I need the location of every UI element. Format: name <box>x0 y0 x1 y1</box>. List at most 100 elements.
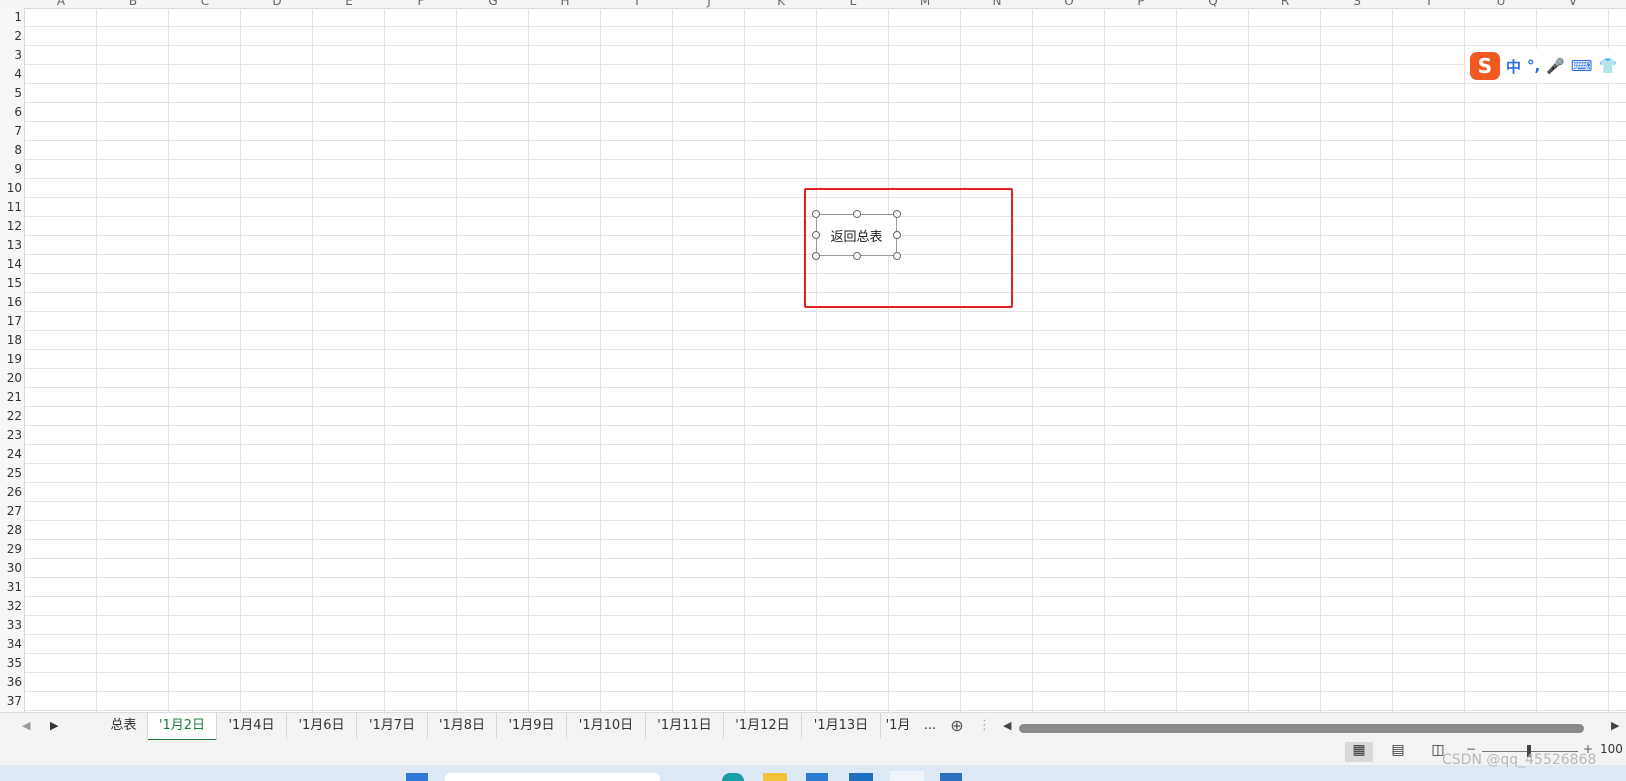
more-tabs-button[interactable]: ... <box>918 713 942 739</box>
edge-icon[interactable] <box>722 773 744 781</box>
tab-scroll-left-icon[interactable]: ◀ <box>22 719 30 732</box>
row-header[interactable]: 20 <box>0 369 22 388</box>
column-header[interactable]: B <box>97 0 169 8</box>
column-header[interactable]: G <box>457 0 529 8</box>
column-header[interactable]: C <box>169 0 241 8</box>
store-icon[interactable] <box>806 773 828 781</box>
column-header[interactable]: F <box>385 0 457 8</box>
sheet-tab[interactable]: '1月7日 <box>357 713 428 739</box>
column-header[interactable]: H <box>529 0 601 8</box>
row-header[interactable]: 5 <box>0 84 22 103</box>
sheet-tab-active[interactable]: '1月2日 <box>148 713 217 741</box>
resize-handle[interactable] <box>812 252 820 260</box>
row-header[interactable]: 9 <box>0 160 22 179</box>
column-header[interactable]: Q <box>1177 0 1249 8</box>
row-header[interactable]: 19 <box>0 350 22 369</box>
row-header[interactable]: 12 <box>0 217 22 236</box>
column-header[interactable]: V <box>1537 0 1609 8</box>
microphone-icon[interactable]: 🎤 <box>1546 57 1565 75</box>
return-summary-button[interactable]: 返回总表 <box>816 214 897 256</box>
skin-icon[interactable]: 👕 <box>1599 57 1618 75</box>
page-layout-view-icon[interactable]: ▤ <box>1384 742 1412 762</box>
normal-view-icon[interactable]: ▦ <box>1345 742 1373 762</box>
column-header[interactable]: A <box>25 0 97 8</box>
resize-handle[interactable] <box>853 252 861 260</box>
row-header[interactable]: 29 <box>0 540 22 559</box>
sheet-tab[interactable]: '1月12日 <box>724 713 802 739</box>
row-header[interactable]: 21 <box>0 388 22 407</box>
resize-handle[interactable] <box>893 231 901 239</box>
sheet-tab[interactable]: '1月9日 <box>497 713 567 739</box>
row-header[interactable]: 16 <box>0 293 22 312</box>
resize-handle[interactable] <box>893 252 901 260</box>
row-header[interactable]: 15 <box>0 274 22 293</box>
app-icon[interactable] <box>849 773 873 781</box>
row-header[interactable]: 32 <box>0 597 22 616</box>
row-header[interactable]: 37 <box>0 692 22 711</box>
resize-handle[interactable] <box>812 210 820 218</box>
column-header[interactable]: S <box>1321 0 1393 8</box>
row-header[interactable]: 6 <box>0 103 22 122</box>
row-header[interactable]: 23 <box>0 426 22 445</box>
row-header[interactable]: 11 <box>0 198 22 217</box>
row-header[interactable]: 1 <box>0 8 22 27</box>
column-header[interactable]: O <box>1033 0 1105 8</box>
add-sheet-icon[interactable]: ⊕ <box>944 713 970 739</box>
row-header[interactable]: 27 <box>0 502 22 521</box>
column-header[interactable]: J <box>673 0 745 8</box>
row-header[interactable]: 26 <box>0 483 22 502</box>
taskbar-search-box[interactable] <box>445 773 660 781</box>
calendar-icon[interactable] <box>940 773 962 781</box>
sheet-tab[interactable]: '1月8日 <box>428 713 497 739</box>
sheet-tab[interactable]: '1月 <box>881 713 915 739</box>
cell-grid[interactable] <box>25 8 1626 712</box>
sheet-tab[interactable]: '1月4日 <box>217 713 287 739</box>
splitter-handle-icon[interactable]: ⋮ <box>978 713 991 739</box>
row-header[interactable]: 14 <box>0 255 22 274</box>
row-header[interactable]: 30 <box>0 559 22 578</box>
zoom-level[interactable]: 100 <box>1600 742 1626 762</box>
ime-mode-icon[interactable]: 中 <box>1506 56 1521 77</box>
row-header[interactable]: 4 <box>0 65 22 84</box>
tab-scroll-right-icon[interactable]: ▶ <box>50 719 58 732</box>
row-header[interactable]: 36 <box>0 673 22 692</box>
column-header[interactable]: R <box>1249 0 1321 8</box>
sheet-tab[interactable]: '1月13日 <box>802 713 881 739</box>
column-header[interactable]: M <box>889 0 961 8</box>
sheet-tab[interactable]: '1月6日 <box>287 713 357 739</box>
column-header[interactable]: U <box>1465 0 1537 8</box>
column-header[interactable]: P <box>1105 0 1177 8</box>
resize-handle[interactable] <box>893 210 901 218</box>
column-header[interactable]: N <box>961 0 1033 8</box>
column-header[interactable]: E <box>313 0 385 8</box>
row-header[interactable]: 17 <box>0 312 22 331</box>
sheet-tab[interactable]: 总表 <box>100 713 148 739</box>
sheet-tab[interactable]: '1月11日 <box>646 713 724 739</box>
file-explorer-icon[interactable] <box>763 773 787 781</box>
keyboard-icon[interactable]: ⌨ <box>1571 57 1593 75</box>
row-header[interactable]: 2 <box>0 27 22 46</box>
column-header[interactable]: T <box>1393 0 1465 8</box>
row-header[interactable]: 28 <box>0 521 22 540</box>
horizontal-scrollbar[interactable]: ◀ ▶ <box>1003 719 1619 733</box>
row-header[interactable]: 13 <box>0 236 22 255</box>
row-header[interactable]: 22 <box>0 407 22 426</box>
resize-handle[interactable] <box>812 231 820 239</box>
resize-handle[interactable] <box>853 210 861 218</box>
row-header[interactable]: 34 <box>0 635 22 654</box>
row-header[interactable]: 10 <box>0 179 22 198</box>
row-header[interactable]: 31 <box>0 578 22 597</box>
scroll-right-icon[interactable]: ▶ <box>1611 719 1619 732</box>
row-header[interactable]: 3 <box>0 46 22 65</box>
sogou-logo-icon[interactable]: S <box>1470 52 1500 80</box>
active-app-icon[interactable] <box>890 771 924 781</box>
row-header[interactable]: 8 <box>0 141 22 160</box>
scroll-left-icon[interactable]: ◀ <box>1003 719 1011 732</box>
row-header[interactable]: 7 <box>0 122 22 141</box>
column-header[interactable]: I <box>601 0 673 8</box>
row-header[interactable]: 18 <box>0 331 22 350</box>
sheet-tab[interactable]: '1月10日 <box>567 713 646 739</box>
row-header[interactable]: 35 <box>0 654 22 673</box>
column-header[interactable]: L <box>817 0 889 8</box>
ime-punctuation-icon[interactable]: °, <box>1527 57 1540 75</box>
